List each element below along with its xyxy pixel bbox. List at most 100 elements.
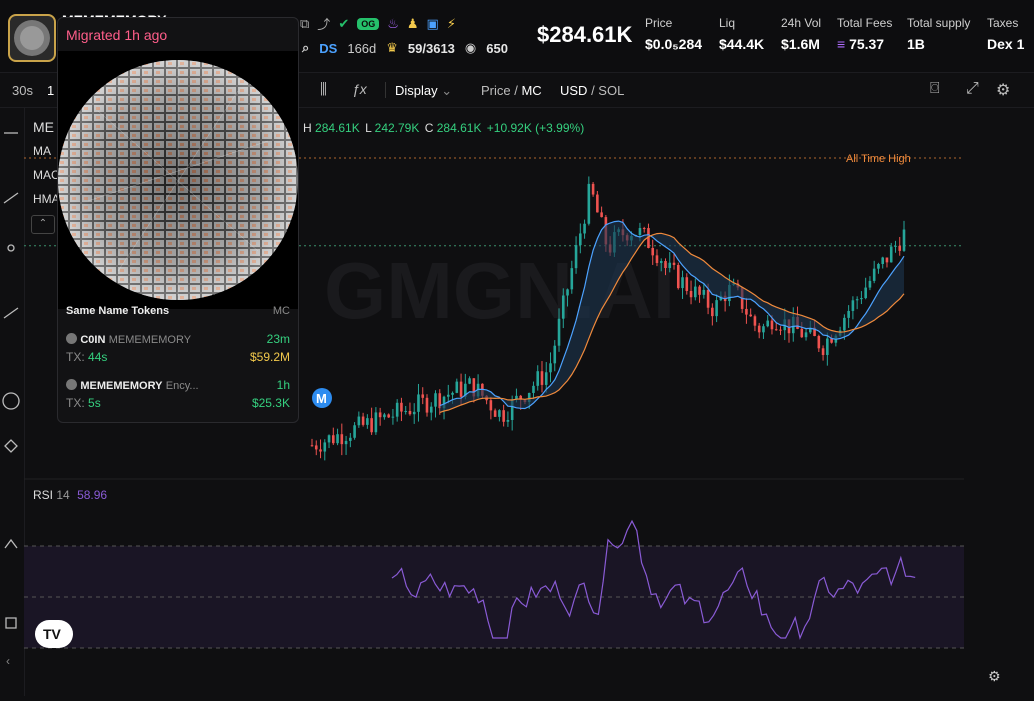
stat-price: Price $0.0₅284 [645, 16, 703, 52]
candle-body [591, 183, 595, 195]
fx-icon[interactable]: ƒx [352, 81, 367, 97]
candle-body [357, 416, 361, 426]
candle-body [395, 402, 399, 417]
interval-1[interactable]: 1 [47, 83, 54, 98]
currency-toggle[interactable]: USD / SOL [560, 83, 624, 98]
candle-body [455, 381, 459, 393]
candle-body [698, 286, 701, 295]
stat-supply: Total supply 1B [907, 16, 971, 52]
candle-body [459, 381, 463, 397]
ds-label[interactable]: DS [319, 41, 337, 56]
tradingview-logo[interactable]: TV [35, 620, 73, 648]
candle-body [493, 410, 497, 417]
holders-count: 59/3613 [407, 40, 455, 56]
settings-icon[interactable]: ⚙ [996, 80, 1010, 100]
indicator-hma[interactable]: HMA [33, 192, 60, 206]
bolt-icon: ⚡ [446, 15, 456, 31]
price-mc-toggle[interactable]: Price / MC [481, 83, 542, 98]
candle-body [770, 320, 774, 330]
candle-type-icon[interactable]: ⫼ [320, 81, 327, 98]
rsi-legend: RSI 14 58.96 [33, 488, 108, 502]
candle-body [425, 397, 429, 413]
candle-body [664, 260, 667, 269]
candle-body [715, 300, 718, 317]
copy-icon[interactable]: ⧉ [300, 16, 309, 32]
verified-icon: ✔ [338, 15, 350, 31]
indicator-mac[interactable]: MAC [33, 168, 60, 182]
candle-body [544, 372, 548, 385]
candle-body [579, 233, 582, 246]
chart-settings-icon[interactable]: ⚙ [988, 668, 1001, 685]
crown-icon: ♛ [386, 40, 398, 55]
stat-vol: 24h Vol $1.6M [781, 16, 822, 52]
stat-liq: Liq $44.4K [719, 16, 765, 52]
candle-body [655, 255, 659, 263]
display-dropdown[interactable]: Display ⌄ [395, 83, 452, 99]
candle-body [821, 348, 825, 355]
candle-body [502, 410, 505, 422]
token-logo[interactable] [8, 14, 56, 62]
same-name-token-row[interactable]: MEMEMEMORY Ency... 1h TX: 5s $25.3K [66, 378, 290, 410]
candle-body [570, 268, 574, 290]
circle-icon [2, 392, 20, 410]
candle-body [366, 418, 369, 425]
candle-body [536, 371, 540, 386]
fire-icon: ♨ [387, 15, 399, 31]
eye-icon: ◉ [464, 40, 477, 55]
symbol-legend: ME [33, 119, 54, 135]
candle-body [314, 445, 318, 450]
candle-body [685, 277, 689, 291]
candle-body [468, 378, 471, 384]
candle-body [404, 410, 407, 412]
candle-body [361, 416, 365, 425]
candle-body [766, 320, 770, 327]
candle-body [749, 314, 752, 317]
migrated-status: Migrated 1h ago [66, 27, 168, 43]
candle-body [489, 400, 493, 411]
candle-body [672, 262, 676, 265]
candle-body [587, 183, 591, 224]
candle-body [651, 247, 655, 256]
candle-body [323, 442, 327, 452]
candle-body [417, 394, 420, 412]
pen-icon [3, 307, 19, 319]
candle-body [344, 440, 348, 445]
candle-body [600, 212, 603, 218]
candle-body [864, 287, 867, 299]
candle-body [681, 277, 684, 289]
candle-body [421, 394, 425, 398]
candle-body [596, 194, 599, 213]
candle-body [349, 437, 352, 441]
market-cap: $284.61K [537, 22, 633, 47]
candle-body [689, 290, 693, 298]
candle-body [804, 332, 808, 338]
candle-body [400, 402, 403, 412]
note-icon: ▣ [426, 15, 439, 31]
share-icon[interactable]: ⤴ [317, 14, 330, 33]
candle-body [506, 419, 510, 422]
camera-icon[interactable]: ⌼ [930, 80, 940, 98]
candle-body [894, 245, 897, 247]
fullscreen-icon[interactable]: ⤢ [966, 80, 979, 98]
collapse-arrow-icon[interactable]: ‹ [6, 654, 10, 668]
candle-body [412, 411, 416, 415]
token-hover-card: Migrated 1h ago Same Name Tokens MC C0IN… [57, 17, 299, 423]
interval-30s[interactable]: 30s [12, 83, 33, 98]
candle-body [659, 260, 663, 263]
candle-body [370, 418, 373, 433]
indicator-ma[interactable]: MA [33, 144, 51, 158]
same-name-token-row[interactable]: C0IN MEMEMEMORY 23m TX: 44s $59.2M [66, 332, 290, 364]
candle-body [408, 410, 412, 415]
chevron-down-icon: ⌄ [441, 83, 453, 98]
candle-body [855, 299, 859, 301]
collapse-legend-button[interactable]: ⌃ [31, 215, 55, 234]
candle-body [540, 371, 544, 385]
candle-body [694, 286, 697, 298]
candle-body [327, 435, 331, 443]
candle-body [391, 416, 395, 418]
ds-age: 166d [347, 40, 377, 56]
candle-body [817, 336, 821, 349]
candle-body [676, 264, 680, 289]
search-icon[interactable]: ⌕ [302, 40, 309, 56]
candle-body [702, 289, 706, 295]
